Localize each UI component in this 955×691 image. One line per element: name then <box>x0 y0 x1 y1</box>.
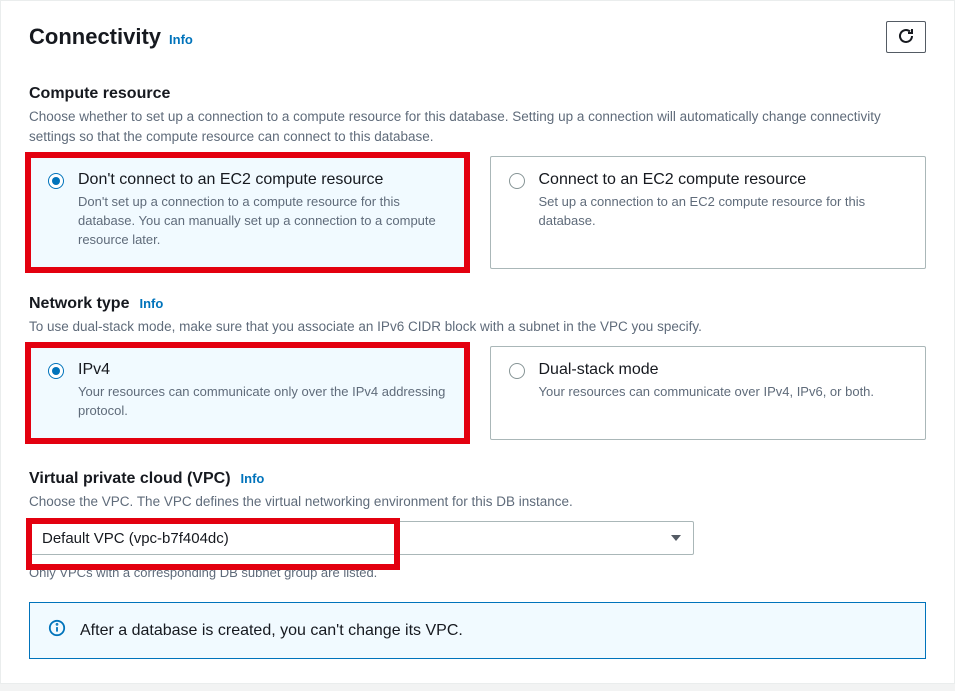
compute-option-dont-connect[interactable]: Don't connect to an EC2 compute resource… <box>29 156 466 269</box>
network-heading: Network type <box>29 295 129 313</box>
refresh-button[interactable] <box>886 21 926 53</box>
vpc-select-wrap: Default VPC (vpc-b7f404dc) <box>29 521 926 555</box>
network-heading-wrap: Network type Info <box>29 295 926 313</box>
network-opt1-label: IPv4 <box>78 361 447 379</box>
vpc-alert-text: After a database is created, you can't c… <box>80 622 463 640</box>
chevron-down-icon <box>671 530 681 547</box>
connectivity-info-link[interactable]: Info <box>169 32 193 47</box>
vpc-alert: After a database is created, you can't c… <box>29 602 926 659</box>
network-options: IPv4 Your resources can communicate only… <box>29 346 926 440</box>
vpc-selected-value: Default VPC (vpc-b7f404dc) <box>42 530 229 547</box>
vpc-section: Virtual private cloud (VPC) Info Choose … <box>29 470 926 581</box>
network-option-dualstack[interactable]: Dual-stack mode Your resources can commu… <box>490 346 927 440</box>
radio-icon <box>509 363 525 379</box>
radio-icon <box>48 363 64 379</box>
network-section: Network type Info To use dual-stack mode… <box>29 295 926 440</box>
tile-content: Connect to an EC2 compute resource Set u… <box>539 171 908 250</box>
vpc-hint: Only VPCs with a corresponding DB subnet… <box>29 565 926 580</box>
compute-opt1-label: Don't connect to an EC2 compute resource <box>78 171 447 189</box>
connectivity-panel: Connectivity Info Compute resource Choos… <box>0 0 955 684</box>
vpc-info-link[interactable]: Info <box>241 471 265 486</box>
compute-options: Don't connect to an EC2 compute resource… <box>29 156 926 269</box>
compute-desc: Choose whether to set up a connection to… <box>29 107 926 146</box>
network-option-ipv4[interactable]: IPv4 Your resources can communicate only… <box>29 346 466 440</box>
compute-section: Compute resource Choose whether to set u… <box>29 85 926 269</box>
info-icon <box>48 619 66 642</box>
vpc-heading-wrap: Virtual private cloud (VPC) Info <box>29 470 926 488</box>
compute-opt2-label: Connect to an EC2 compute resource <box>539 171 908 189</box>
vpc-heading: Virtual private cloud (VPC) <box>29 470 231 488</box>
network-desc: To use dual-stack mode, make sure that y… <box>29 317 926 337</box>
network-opt2-label: Dual-stack mode <box>539 361 875 379</box>
panel-body: Compute resource Choose whether to set u… <box>1 85 954 683</box>
panel-header: Connectivity Info <box>1 1 954 71</box>
radio-icon <box>48 173 64 189</box>
network-opt1-sub: Your resources can communicate only over… <box>78 383 447 421</box>
vpc-select[interactable]: Default VPC (vpc-b7f404dc) <box>29 521 694 555</box>
panel-title-wrap: Connectivity Info <box>29 24 193 50</box>
tile-content: Don't connect to an EC2 compute resource… <box>78 171 447 250</box>
network-info-link[interactable]: Info <box>139 296 163 311</box>
vpc-desc: Choose the VPC. The VPC defines the virt… <box>29 492 926 512</box>
compute-opt2-sub: Set up a connection to an EC2 compute re… <box>539 193 908 231</box>
tile-content: Dual-stack mode Your resources can commu… <box>539 361 875 421</box>
radio-icon <box>509 173 525 189</box>
tile-content: IPv4 Your resources can communicate only… <box>78 361 447 421</box>
compute-heading: Compute resource <box>29 85 926 103</box>
refresh-icon <box>898 28 914 47</box>
panel-title: Connectivity <box>29 24 161 50</box>
compute-opt1-sub: Don't set up a connection to a compute r… <box>78 193 447 250</box>
network-opt2-sub: Your resources can communicate over IPv4… <box>539 383 875 402</box>
compute-option-connect[interactable]: Connect to an EC2 compute resource Set u… <box>490 156 927 269</box>
